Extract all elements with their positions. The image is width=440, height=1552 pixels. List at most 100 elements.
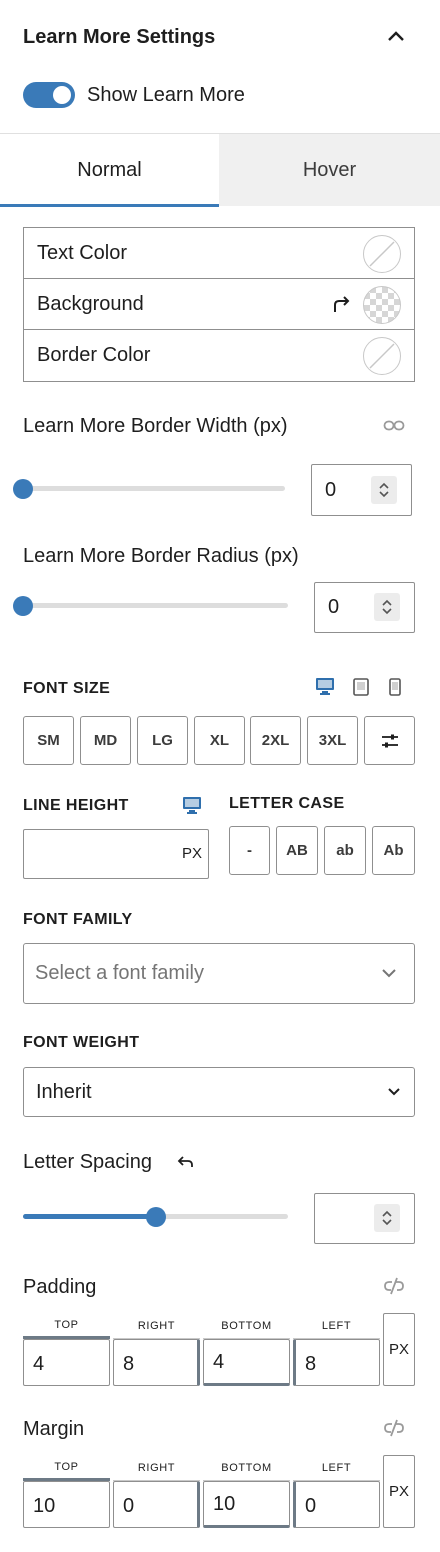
active-tab-indicator: [0, 204, 219, 207]
padding-unit-button[interactable]: PX: [383, 1313, 415, 1386]
letter-spacing-slider-handle[interactable]: [145, 1207, 166, 1227]
tab-normal[interactable]: Normal: [0, 134, 219, 206]
chevron-down-icon: [388, 1088, 400, 1096]
border-radius-slider-track[interactable]: [23, 603, 288, 608]
border-width-stepper[interactable]: [371, 476, 397, 504]
font-weight-select[interactable]: Inherit: [23, 1067, 415, 1117]
padding-bottom-input[interactable]: 4: [203, 1339, 290, 1386]
padding-right-value: 8: [123, 1353, 135, 1375]
background-color-row[interactable]: Background: [24, 279, 414, 330]
side-label: LEFT: [293, 1455, 380, 1481]
desktop-icon[interactable]: [182, 795, 202, 815]
side-label: RIGHT: [113, 1455, 200, 1481]
background-color-swatch[interactable]: [363, 286, 401, 324]
margin-right-value: 0: [123, 1495, 135, 1517]
show-learn-more-toggle[interactable]: [23, 82, 75, 108]
margin-bottom-input[interactable]: 10: [203, 1481, 290, 1528]
padding-left-value: 8: [305, 1353, 317, 1375]
text-color-row[interactable]: Text Color: [24, 228, 414, 279]
background-label: Background: [37, 293, 144, 315]
chevron-up-icon: [388, 31, 404, 41]
margin-right-input[interactable]: 0: [113, 1481, 200, 1528]
toggle-label: Show Learn More: [87, 84, 245, 106]
line-height-label: LINE HEIGHT: [23, 797, 129, 814]
border-width-slider-track[interactable]: [23, 486, 285, 491]
padding-left-input[interactable]: 8: [293, 1339, 380, 1386]
font-size-3xl-button[interactable]: 3XL: [307, 716, 358, 765]
letter-case-lower-button[interactable]: ab: [324, 826, 366, 875]
margin-right: RIGHT 0: [113, 1455, 200, 1528]
padding-right: RIGHT 8: [113, 1313, 200, 1386]
padding-bottom: BOTTOM 4: [203, 1313, 290, 1386]
margin-bottom: BOTTOM 10: [203, 1455, 290, 1528]
tablet-icon[interactable]: [352, 677, 370, 697]
font-size-xl-button[interactable]: XL: [194, 716, 245, 765]
border-radius-stepper[interactable]: [374, 593, 400, 621]
padding-bottom-value: 4: [213, 1351, 225, 1373]
letter-spacing-label: Letter Spacing: [23, 1151, 152, 1173]
reset-arrow-icon[interactable]: [330, 292, 354, 316]
border-color-row[interactable]: Border Color: [24, 330, 414, 381]
font-size-2xl-button[interactable]: 2XL: [250, 716, 301, 765]
padding-left: LEFT 8: [293, 1313, 380, 1386]
side-label: RIGHT: [113, 1313, 200, 1339]
padding-top-input[interactable]: 4: [23, 1339, 110, 1386]
font-family-placeholder: Select a font family: [35, 962, 204, 984]
border-radius-label: Learn More Border Radius (px): [23, 545, 299, 567]
stepper-icon: [382, 1210, 392, 1226]
letter-case-upper-button[interactable]: AB: [276, 826, 318, 875]
side-label: TOP: [23, 1455, 110, 1481]
border-radius-value: 0: [328, 596, 340, 618]
letter-case-none-button[interactable]: -: [229, 826, 270, 875]
font-size-custom-button[interactable]: [364, 716, 415, 765]
line-height-input[interactable]: PX: [23, 829, 209, 879]
text-color-label: Text Color: [37, 242, 128, 264]
font-weight-label: FONT WEIGHT: [23, 1034, 140, 1051]
line-height-unit: PX: [181, 845, 202, 862]
letter-spacing-stepper[interactable]: [374, 1204, 400, 1232]
margin-bottom-value: 10: [213, 1493, 236, 1515]
border-width-input[interactable]: 0: [311, 464, 412, 516]
margin-top: TOP 10: [23, 1455, 110, 1528]
sliders-icon: [381, 734, 398, 747]
side-label: BOTTOM: [203, 1313, 290, 1339]
font-size-sm-button[interactable]: SM: [23, 716, 74, 765]
border-radius-slider-handle[interactable]: [13, 596, 33, 616]
font-weight-value: Inherit: [36, 1081, 92, 1103]
tab-hover[interactable]: Hover: [219, 134, 440, 206]
font-size-label: FONT SIZE: [23, 680, 111, 697]
font-family-label: FONT FAMILY: [23, 911, 133, 928]
margin-label: Margin: [23, 1418, 85, 1440]
border-color-swatch[interactable]: [363, 337, 401, 375]
font-size-lg-button[interactable]: LG: [137, 716, 188, 765]
margin-top-input[interactable]: 10: [23, 1481, 110, 1528]
font-family-select[interactable]: Select a font family: [23, 943, 415, 1004]
border-width-value: 0: [325, 479, 337, 501]
letter-spacing-input[interactable]: [314, 1193, 415, 1244]
border-width-slider-handle[interactable]: [13, 479, 33, 499]
margin-unit-button[interactable]: PX: [383, 1455, 415, 1528]
desktop-icon[interactable]: [315, 676, 335, 696]
stepper-icon: [382, 599, 392, 615]
stepper-icon: [379, 482, 389, 498]
margin-left-input[interactable]: 0: [293, 1481, 380, 1528]
unlink-icon[interactable]: [383, 1276, 405, 1296]
color-settings: Text Color Background Border Color: [23, 227, 415, 382]
border-color-label: Border Color: [37, 344, 151, 366]
letter-case-label: LETTER CASE: [229, 795, 345, 812]
padding-right-input[interactable]: 8: [113, 1339, 200, 1386]
margin-top-value: 10: [33, 1495, 56, 1517]
text-color-swatch[interactable]: [363, 235, 401, 273]
font-size-md-button[interactable]: MD: [80, 716, 131, 765]
panel-title: Learn More Settings: [23, 26, 216, 48]
letter-spacing-slider-fill: [23, 1214, 156, 1219]
letter-case-capitalize-button[interactable]: Ab: [372, 826, 415, 875]
link-icon[interactable]: [383, 416, 405, 436]
padding-label: Padding: [23, 1276, 97, 1298]
border-radius-input[interactable]: 0: [314, 582, 415, 633]
unlink-icon[interactable]: [383, 1418, 405, 1438]
toggle-knob: [53, 86, 71, 104]
collapse-button[interactable]: [380, 22, 412, 50]
mobile-icon[interactable]: [388, 677, 402, 697]
undo-icon[interactable]: [177, 1153, 195, 1171]
